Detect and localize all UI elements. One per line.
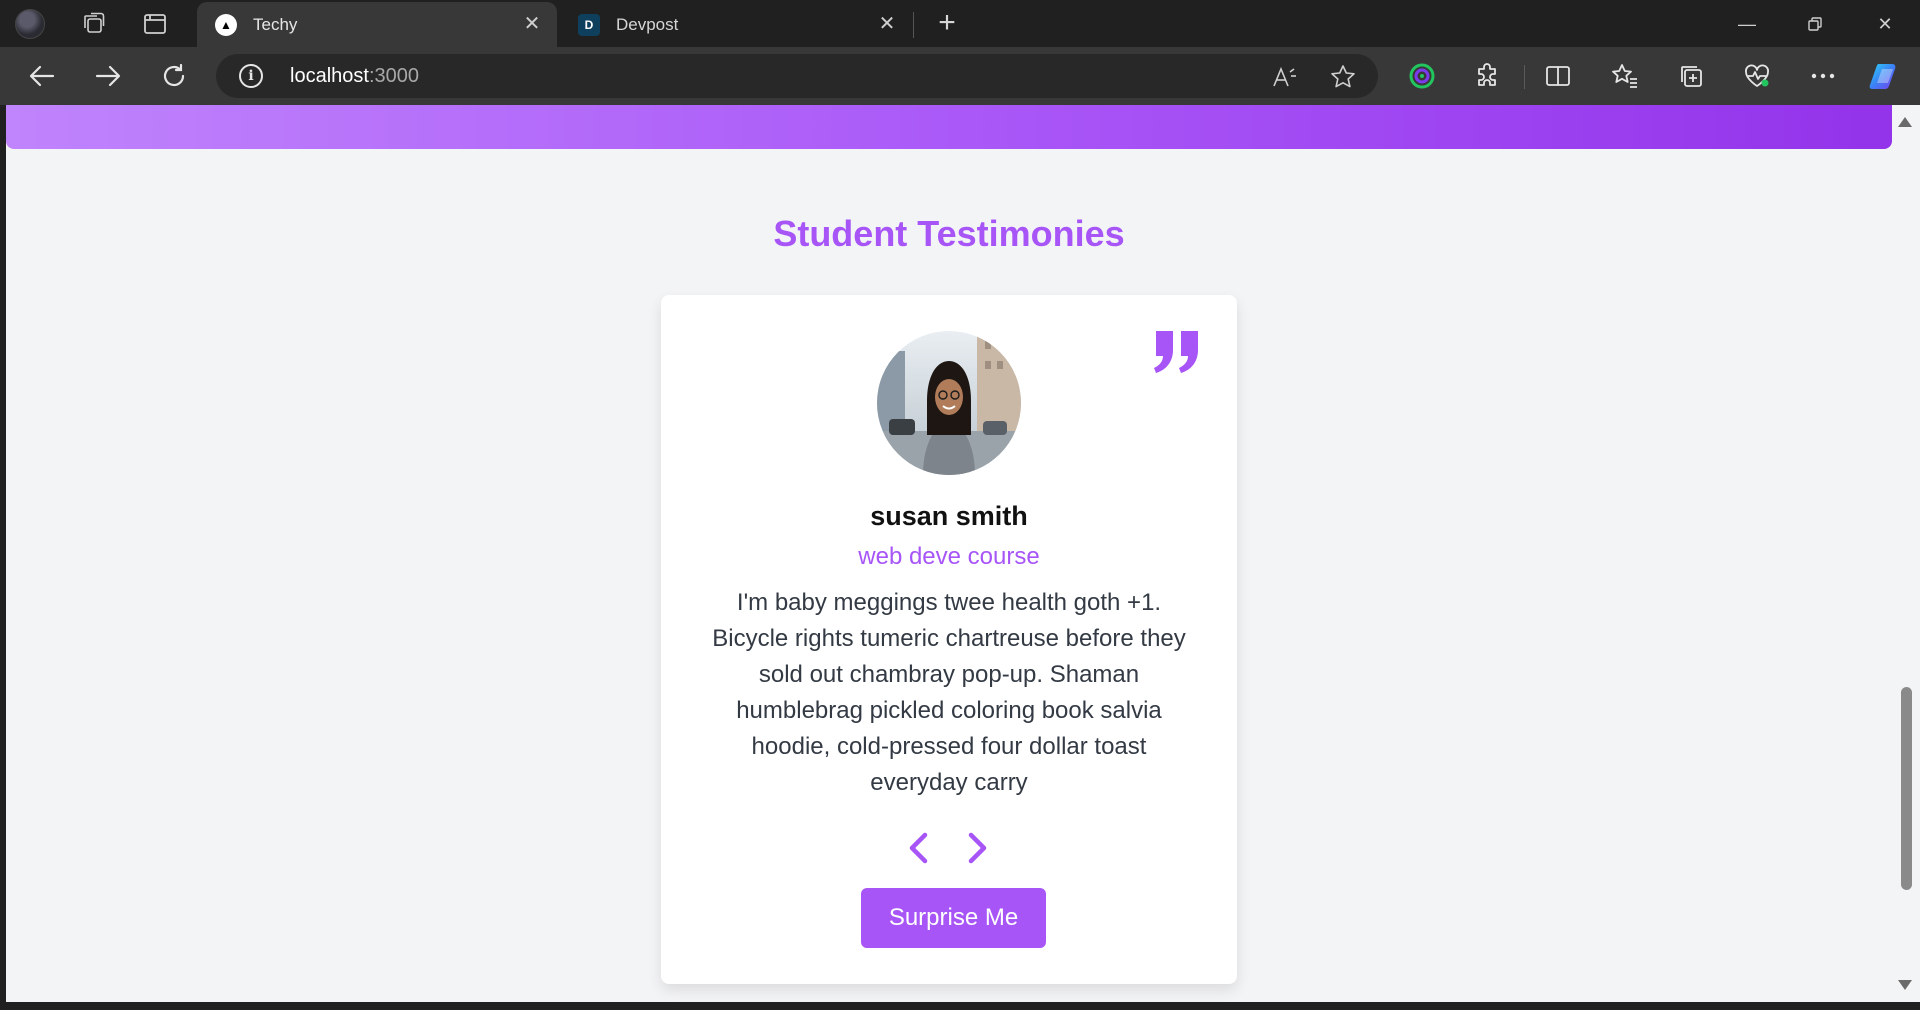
testimonial-text: I'm baby meggings twee health goth +1. B… — [712, 589, 1186, 796]
collections-icon[interactable] — [1674, 59, 1708, 93]
favorites-icon[interactable] — [1608, 59, 1642, 93]
window-frame — [0, 1002, 1920, 1010]
student-avatar — [877, 331, 1021, 475]
tab-divider — [913, 12, 914, 38]
toolbar-divider — [1524, 65, 1525, 89]
student-course: web deve course — [858, 543, 1040, 570]
workspaces-icon[interactable] — [77, 8, 109, 40]
section-title: Student Testimonies — [773, 213, 1125, 254]
profile-avatar-icon[interactable] — [14, 8, 46, 40]
close-icon[interactable]: ✕ — [521, 13, 543, 35]
tab-devpost[interactable]: D Devpost ✕ — [560, 2, 912, 47]
split-screen-icon[interactable] — [1541, 59, 1575, 93]
testimonial-card: susan smith web deve course I'm baby meg… — [661, 295, 1237, 984]
techy-favicon-icon: ▲ — [215, 13, 237, 36]
student-name: susan smith — [870, 501, 1028, 531]
star-icon[interactable] — [1328, 62, 1358, 92]
tab-title: Techy — [253, 14, 298, 34]
chevron-left-icon[interactable] — [903, 830, 933, 866]
scroll-down-arrow-icon[interactable] — [1898, 980, 1912, 990]
address-bar[interactable]: i localhost:3000 — [216, 54, 1378, 98]
window-close-icon[interactable]: ✕ — [1862, 8, 1908, 40]
back-arrow-icon[interactable] — [22, 57, 62, 95]
browser-health-icon[interactable] — [1740, 59, 1774, 93]
plus-icon[interactable]: + — [930, 7, 964, 41]
restore-icon[interactable] — [1792, 8, 1838, 40]
page-viewport: Student Testimonies susan smith web deve… — [6, 105, 1892, 1002]
scroll-up-arrow-icon[interactable] — [1898, 117, 1912, 127]
chevron-right-icon[interactable] — [963, 830, 993, 866]
quote-icon — [1153, 331, 1201, 373]
forward-arrow-icon[interactable] — [88, 57, 128, 95]
tab-techy[interactable]: ▲ Techy ✕ — [197, 2, 557, 47]
vpn-ring-icon[interactable] — [1405, 59, 1439, 93]
tab-title: Devpost — [616, 14, 679, 34]
tab-actions-icon[interactable] — [139, 8, 171, 40]
close-icon[interactable]: ✕ — [876, 13, 898, 35]
tab-strip: ▲ Techy ✕ D Devpost ✕ + — ✕ — [0, 0, 1920, 47]
navigation-bar: i localhost:3000 — [0, 47, 1920, 105]
scroll-thumb[interactable] — [1901, 687, 1912, 890]
extensions-icon[interactable] — [1470, 59, 1504, 93]
header-gradient-band — [6, 105, 1892, 149]
minimize-icon[interactable]: — — [1724, 8, 1770, 40]
more-icon[interactable] — [1806, 59, 1840, 93]
devpost-favicon-icon: D — [578, 13, 600, 36]
read-aloud-icon[interactable] — [1270, 62, 1300, 92]
refresh-icon[interactable] — [154, 57, 194, 95]
surprise-me-button[interactable]: Surprise Me — [861, 888, 1046, 948]
url-text[interactable]: localhost:3000 — [290, 65, 419, 88]
info-icon[interactable]: i — [239, 64, 263, 88]
copilot-icon[interactable] — [1868, 59, 1902, 93]
page-scrollbar[interactable] — [1892, 105, 1920, 1002]
